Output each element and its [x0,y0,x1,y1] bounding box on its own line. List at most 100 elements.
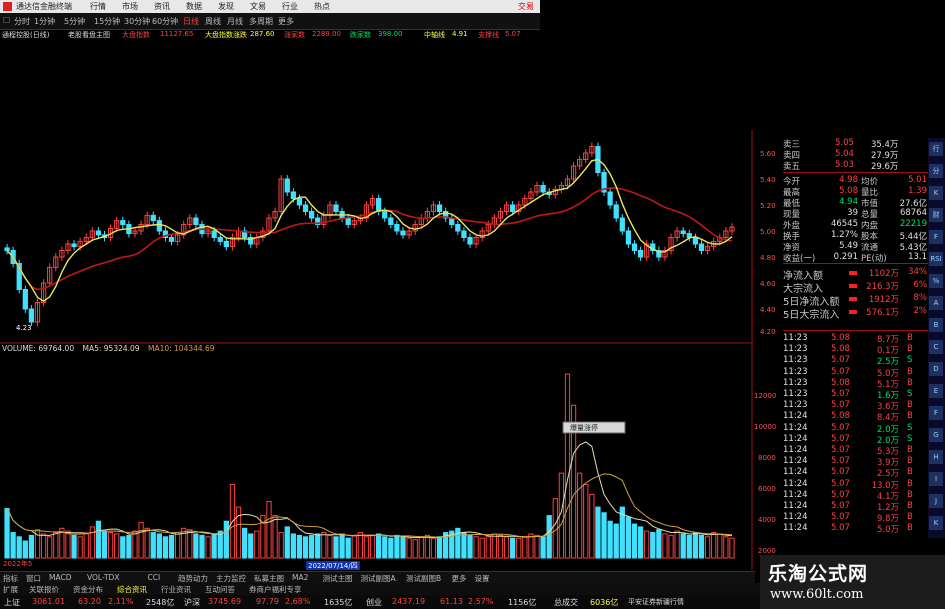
sidebar-button[interactable]: I [929,472,943,486]
sidebar-button[interactable]: 行 [929,142,943,156]
stat-value: 39 [847,208,858,218]
candle [168,237,175,242]
menu-item[interactable]: 资讯 [154,1,170,12]
indicator-tab[interactable]: VOL-TDX [87,573,119,582]
tick-volume: 5.0万 [876,525,899,536]
extension-tab[interactable]: 关联报价 [29,584,59,595]
candle [637,250,644,258]
extension-tab[interactable]: 互动问答 [205,584,235,595]
extension-tab[interactable]: 综合资讯 [117,584,147,595]
tick-row: 11:23 5.08 5.1万 B [783,378,928,390]
sidebar-button[interactable]: 财 [929,208,943,222]
sidebar-button[interactable]: B [929,318,943,332]
stat-value: 5.49 [839,241,858,251]
stat-value: 22219 [899,219,927,229]
extension-tab[interactable]: 行业资讯 [161,584,191,595]
candle [382,211,388,219]
stat-value: 5.01 [908,175,927,185]
menu-item[interactable]: 发现 [218,1,234,12]
indicator-tab[interactable]: MACD [49,573,71,582]
sidebar-button[interactable]: RSI [929,252,943,266]
volume-bar [369,534,376,559]
candle [120,220,126,225]
volume-bar [503,536,510,559]
volume-bar [686,534,692,559]
sidebar-button[interactable]: H [929,450,943,464]
volume-bar [65,530,71,559]
volume-bar [28,534,35,559]
tab-period-3[interactable]: 15分钟 [94,16,120,27]
menu-item[interactable]: 数据 [186,1,202,12]
menu-item[interactable]: 行情 [90,1,106,12]
volume-bar [223,520,229,559]
sidebar-button[interactable]: 分 [929,164,943,178]
sidebar-button[interactable]: K [929,516,943,530]
tab-period-9[interactable]: 多周期 [249,16,273,27]
flow-bar [849,284,857,288]
volume-bar [382,536,388,559]
tick-price: 5.07 [831,355,850,366]
sidebar-button[interactable]: A [929,296,943,310]
volume-bar [552,498,558,559]
tick-volume: 2.5万 [876,469,899,480]
indicator-tab[interactable]: MA2 [292,573,308,582]
tab-period-10[interactable]: 更多 [278,16,294,27]
tick-side: B [907,478,913,489]
start-date-label: 2022年5 [3,559,32,568]
extension-tab[interactable]: 券商户福利专享 [249,584,302,595]
tab-period-7[interactable]: 周线 [205,16,221,27]
volume-bar [339,533,345,559]
volume-bar [625,516,632,559]
tick-price: 5.07 [831,467,850,478]
ticker-change: 97.79 [256,597,279,606]
sidebar-button[interactable]: K [929,186,943,200]
tick-row: 11:24 5.07 1.2万 B [783,501,928,513]
tick-price: 5.07 [831,400,850,411]
volume-bar [613,523,619,559]
extension-tab[interactable]: 扩展 [3,584,18,595]
tab-period-1[interactable]: 1分钟 [34,16,55,27]
tab-period-4[interactable]: 30分钟 [124,16,150,27]
volume-bar [497,534,504,559]
stat-row: 最低 4.94 市值 27.6亿 [783,197,928,209]
volume-bar [418,536,424,559]
volume-bar [704,536,711,559]
volume-bar [308,534,315,559]
sidebar-button[interactable]: F [929,230,943,244]
tab-period-8[interactable]: 月线 [227,16,243,27]
candle [71,243,77,248]
menu-item[interactable]: 市场 [122,1,138,12]
volume-bar [436,536,443,559]
volume-bar [717,533,723,559]
volume-bar [296,534,303,559]
info-label: 支撑线 [478,31,499,39]
quote-panel: 卖三 5.05 35.4万 卖四 5.04 27.9万 卖五 5.03 29.6… [753,138,928,538]
sidebar-button[interactable]: G [929,428,943,442]
tick-volume: 2.0万 [876,424,899,435]
ticker-value: 3745.69 [208,597,242,606]
tab-period-2[interactable]: 5分钟 [64,16,85,27]
stat-value: 4.98 [839,175,858,185]
sidebar-button[interactable]: D [929,362,943,376]
stat-row: 现量 39 总量 68764 [783,208,928,220]
sidebar-button[interactable]: J [929,494,943,508]
broker-name[interactable]: 平安证券新疆行情 [628,597,684,607]
volume-bar [546,515,552,559]
tab-period-0[interactable]: 分时 [14,16,30,27]
menu-item[interactable]: 行业 [282,1,298,12]
menu-item[interactable]: 热点 [314,1,330,12]
ticker-amount: 2548亿 [146,598,175,607]
tab-period-6[interactable]: 日线 [183,16,199,27]
volume-bar [412,539,418,559]
tab-period-5[interactable]: 60分钟 [152,16,178,27]
menu-item[interactable]: 文易 [250,1,266,12]
sidebar-button[interactable]: F [929,406,943,420]
indicator-tab[interactable]: CCI [148,573,161,582]
sidebar-button[interactable]: C [929,340,943,354]
ticker-change: 61.13 [440,597,463,606]
sidebar-button[interactable]: E [929,384,943,398]
tick-time: 11:24 [783,478,808,489]
extension-tab[interactable]: 资金分布 [73,584,103,595]
sidebar-button[interactable]: % [929,274,943,288]
toolbar-icon[interactable]: ☐ [3,16,10,25]
